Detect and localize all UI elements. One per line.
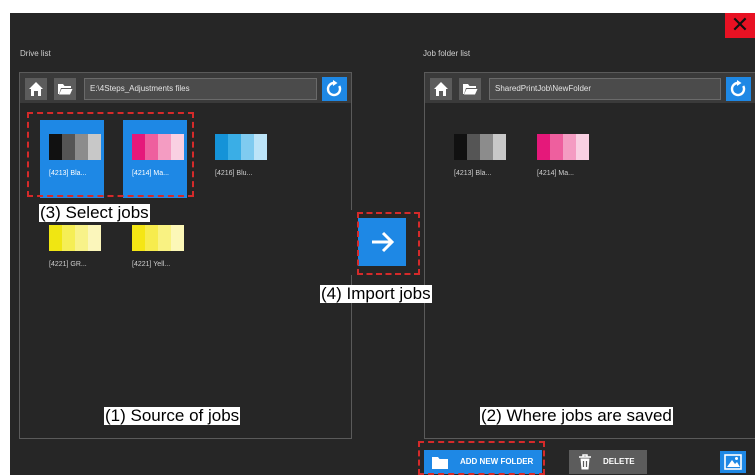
home-button[interactable]: [25, 78, 47, 100]
job-label: [4213] Bla...: [454, 170, 492, 177]
job-label: [4216] Blu...: [215, 170, 253, 177]
drive-refresh-button[interactable]: [322, 77, 347, 101]
refresh-icon: [326, 80, 342, 97]
job-folder-list-title: Job folder list: [423, 49, 471, 58]
image-icon: [724, 454, 742, 470]
add-folder-highlight: [418, 441, 545, 475]
image-view-button[interactable]: [720, 451, 746, 473]
swatch-patch: [493, 134, 506, 160]
swatch-patch: [75, 225, 88, 251]
folder-open-icon: [58, 84, 73, 95]
folder-home-button[interactable]: [430, 78, 452, 100]
swatch-patch: [550, 134, 563, 160]
swatch-patch: [49, 225, 62, 251]
annotation-select-jobs: (3) Select jobs: [39, 203, 150, 222]
swatch-patch: [145, 225, 158, 251]
home-icon: [29, 82, 43, 96]
delete-label: DELETE: [603, 457, 635, 466]
job-label: [4221] GR...: [49, 261, 87, 268]
close-button[interactable]: ✕: [725, 13, 755, 38]
annotation-import-jobs: (4) Import jobs: [320, 284, 432, 303]
job-folder-panel: SharedPrintJob\NewFolder [4213] Bla... [4…: [424, 72, 755, 439]
drive-list-title: Drive list: [20, 49, 51, 58]
job-thumbnail[interactable]: [4213] Bla...: [445, 120, 509, 198]
folder-refresh-button[interactable]: [726, 77, 751, 101]
import-highlight: [357, 212, 420, 275]
drive-path-field[interactable]: E:\4Steps_Adjustments files: [84, 78, 317, 100]
delete-button[interactable]: DELETE: [569, 450, 647, 474]
job-thumbnail[interactable]: [4214] Ma...: [528, 120, 592, 198]
job-thumbnail[interactable]: [4216] Blu...: [206, 120, 270, 198]
swatch-patch: [132, 225, 145, 251]
refresh-icon: [730, 80, 746, 97]
swatch-patch: [254, 134, 267, 160]
swatch-patch: [62, 225, 75, 251]
job-label: [4214] Ma...: [537, 170, 574, 177]
color-swatch: [215, 134, 267, 160]
job-thumbnail[interactable]: [4221] Yell...: [123, 211, 187, 289]
color-swatch: [132, 225, 184, 251]
selection-highlight: [27, 112, 194, 197]
browse-folder-button[interactable]: [54, 78, 76, 100]
color-swatch: [454, 134, 506, 160]
swatch-patch: [537, 134, 550, 160]
folder-browse-button[interactable]: [459, 78, 481, 100]
swatch-patch: [563, 134, 576, 160]
color-swatch: [537, 134, 589, 160]
trash-icon: [579, 454, 591, 470]
job-label: [4221] Yell...: [132, 261, 171, 268]
folder-path-field[interactable]: SharedPrintJob\NewFolder: [489, 78, 721, 100]
swatch-patch: [171, 225, 184, 251]
swatch-patch: [228, 134, 241, 160]
swatch-patch: [158, 225, 171, 251]
folder-open-icon: [463, 84, 478, 95]
swatch-patch: [480, 134, 493, 160]
swatch-patch: [241, 134, 254, 160]
annotation-saved: (2) Where jobs are saved: [480, 406, 673, 425]
home-icon: [434, 82, 448, 96]
swatch-patch: [88, 225, 101, 251]
swatch-patch: [576, 134, 589, 160]
swatch-patch: [215, 134, 228, 160]
color-swatch: [49, 225, 101, 251]
annotation-source: (1) Source of jobs: [104, 406, 241, 425]
folder-toolbar: SharedPrintJob\NewFolder: [425, 73, 755, 103]
swatch-patch: [454, 134, 467, 160]
swatch-patch: [467, 134, 480, 160]
job-thumbnail[interactable]: [4221] GR...: [40, 211, 104, 289]
drive-toolbar: E:\4Steps_Adjustments files: [20, 73, 351, 103]
